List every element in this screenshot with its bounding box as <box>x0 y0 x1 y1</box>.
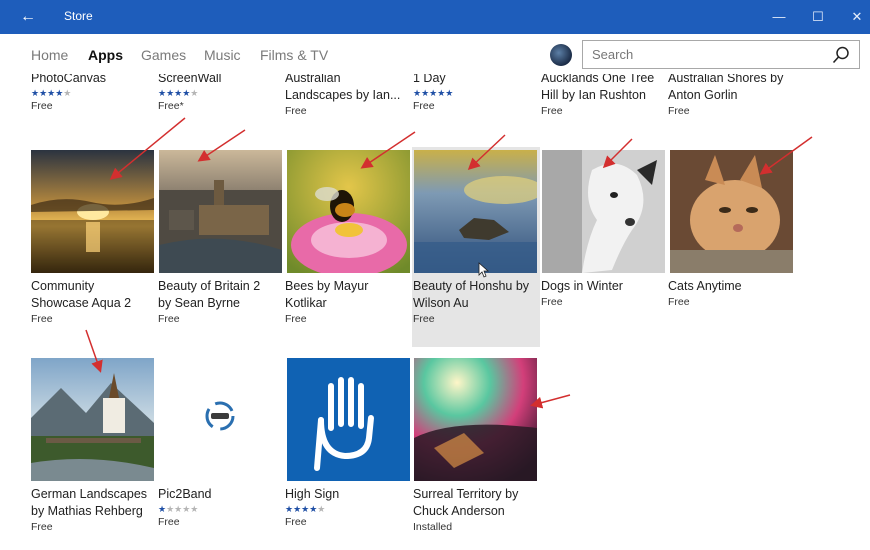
app-tile-bees[interactable]: Bees by Mayur Kotlikar Free <box>285 278 408 326</box>
app-price: Free <box>668 296 690 308</box>
app-tile-pic2band[interactable]: Pic2Band ★★★★★ Free <box>158 486 281 529</box>
thumbnail-community-showcase-aqua[interactable] <box>31 150 154 273</box>
close-button[interactable]: ✕ <box>842 5 870 29</box>
app-name-line2: Anton Gorlin <box>668 88 738 102</box>
tab-films-tv[interactable]: Films & TV <box>260 47 328 63</box>
app-name-line2: Kotlikar <box>285 296 327 310</box>
app-name-line2: Hill by Ian Rushton <box>541 88 646 102</box>
thumbnail-beauty-of-honshu[interactable] <box>414 150 537 273</box>
tab-home[interactable]: Home <box>31 47 68 63</box>
app-name-line1: Aucklands One Tree <box>541 74 655 85</box>
app-tile-community-showcase-aqua[interactable]: Community Showcase Aqua 2 Free <box>31 278 154 326</box>
search-box[interactable] <box>582 40 860 69</box>
app-name-line2: Showcase Aqua 2 <box>31 296 132 310</box>
app-tile-high-sign[interactable]: High Sign ★★★★★ Free <box>285 486 408 529</box>
app-name-line2: Chuck Anderson <box>413 504 505 518</box>
app-name-line2: Landscapes by Ian... <box>285 88 401 102</box>
app-tile-beauty-of-britain[interactable]: Beauty of Britain 2 by Sean Byrne Free <box>158 278 281 326</box>
app-price: Free <box>285 313 307 325</box>
rating-stars: ★★★★★ <box>158 504 199 514</box>
app-price: Free <box>541 296 563 308</box>
thumbnail-beauty-of-britain[interactable] <box>159 150 282 273</box>
minimize-button[interactable]: — <box>764 5 794 29</box>
rating-stars: ★★★★★ <box>31 88 72 98</box>
title-bar: ← Store — ☐ ✕ <box>0 0 870 34</box>
app-price: Free <box>158 516 180 528</box>
app-name-line2: by Sean Byrne <box>158 296 240 310</box>
app-price: Free <box>541 105 563 117</box>
app-name-line1: Beauty of Honshu by <box>413 279 530 293</box>
thumbnail-dogs-in-winter[interactable] <box>542 150 665 273</box>
app-price: Free <box>31 521 53 533</box>
app-name-line2: by Mathias Rehberg <box>31 504 143 518</box>
app-price: Free <box>158 313 180 325</box>
app-price: Free <box>413 100 435 112</box>
app-tile-aucklands-one-tree-hill[interactable]: Aucklands One Tree Hill by Ian Rushton F… <box>541 74 664 118</box>
tab-music[interactable]: Music <box>204 47 241 63</box>
app-price: Installed <box>413 521 453 533</box>
app-price: Free <box>668 105 690 117</box>
app-tile-german-landscapes[interactable]: German Landscapes by Mathias Rehberg Fre… <box>31 486 154 534</box>
app-tile-dogs-in-winter[interactable]: Dogs in Winter Free <box>541 278 664 309</box>
app-name-line1: Australian <box>285 74 341 85</box>
window-title: Store <box>64 9 93 23</box>
app-name-line1: Cats Anytime <box>668 279 742 293</box>
app-name-line2: Wilson Au <box>413 296 469 310</box>
app-price: Free <box>31 100 53 112</box>
app-price: Free <box>413 313 435 325</box>
thumbnail-german-landscapes[interactable] <box>31 358 154 481</box>
back-arrow-icon[interactable]: ← <box>14 7 42 27</box>
app-tile-cats-anytime[interactable]: Cats Anytime Free <box>668 278 791 309</box>
thumbnail-cats-anytime[interactable] <box>670 150 793 273</box>
rating-stars: ★★★★★ <box>285 504 326 514</box>
thumbnail-bees[interactable] <box>287 150 410 273</box>
app-tile-australian-landscapes[interactable]: Australian Landscapes by Ian... Free <box>285 74 408 118</box>
app-tile-screenwall[interactable]: ScreenWall ★★★★★ Free* <box>158 74 281 113</box>
app-price: Free <box>31 313 53 325</box>
app-price: Free* <box>158 100 184 112</box>
app-name-line1: Beauty of Britain 2 <box>158 279 261 293</box>
thumbnail-pic2band[interactable] <box>159 358 282 481</box>
thumbnail-high-sign[interactable] <box>287 358 410 481</box>
thumbnail-surreal-territory[interactable] <box>414 358 537 481</box>
app-name-line1: Community <box>31 279 95 293</box>
rating-stars: ★★★★★ <box>158 88 199 98</box>
app-name: PhotoCanvas <box>31 74 107 85</box>
app-name-line1: Bees by Mayur <box>285 279 369 293</box>
app-tile-australian-shores[interactable]: Australian Shores by Anton Gorlin Free <box>668 74 791 118</box>
maximize-button[interactable]: ☐ <box>803 5 833 29</box>
search-icon[interactable] <box>831 45 851 65</box>
app-name-line1: Australian Shores by <box>668 74 784 85</box>
app-price: Free <box>285 105 307 117</box>
app-tile-surreal-territory[interactable]: Surreal Territory by Chuck Anderson Inst… <box>413 486 536 534</box>
app-name-line1: German Landscapes <box>31 487 148 501</box>
app-name-line1: Pic2Band <box>158 487 212 501</box>
app-name: 1 Day <box>413 74 446 85</box>
app-tile-beauty-of-honshu[interactable]: Beauty of Honshu by Wilson Au Free <box>413 278 536 326</box>
app-name-line1: High Sign <box>285 487 340 501</box>
app-name-line1: Surreal Territory by <box>413 487 519 501</box>
rating-stars: ★★★★★ <box>413 88 454 98</box>
mouse-cursor-icon <box>478 262 490 278</box>
tab-apps[interactable]: Apps <box>88 47 123 63</box>
app-tile-photocanvas[interactable]: PhotoCanvas ★★★★★ Free <box>31 74 154 113</box>
app-tile-1-day[interactable]: 1 Day ★★★★★ Free <box>413 74 536 113</box>
app-name: ScreenWall <box>158 74 222 85</box>
tab-games[interactable]: Games <box>141 47 186 63</box>
app-name-line1: Dogs in Winter <box>541 279 623 293</box>
app-price: Free <box>285 516 307 528</box>
user-avatar[interactable] <box>550 44 572 66</box>
search-input[interactable] <box>592 46 812 63</box>
